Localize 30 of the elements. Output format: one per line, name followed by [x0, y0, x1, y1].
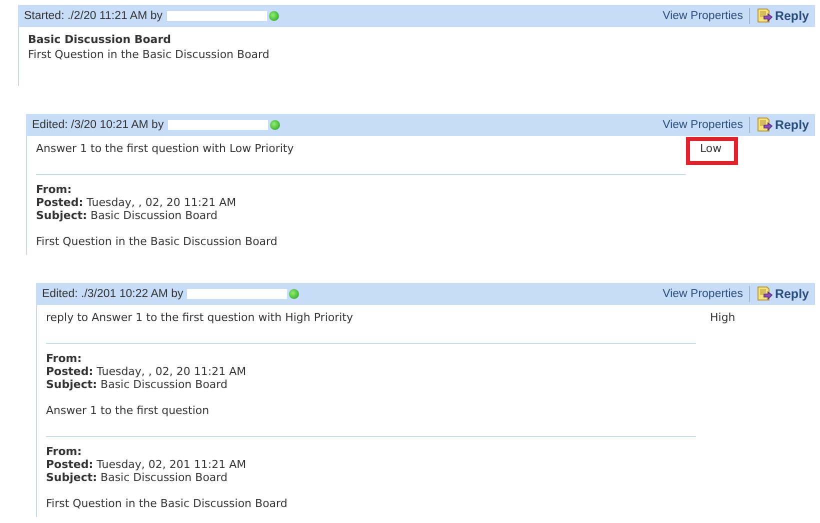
reply-button[interactable]: Reply [756, 8, 809, 24]
post-meta: Started: ./2/20 11:21 AM by [24, 10, 163, 22]
view-properties-link[interactable]: View Properties [662, 119, 743, 131]
reply-button[interactable]: Reply [756, 286, 809, 302]
priority-label: High [709, 310, 736, 326]
quoted-subject: Subject: Basic Discussion Board [46, 378, 228, 391]
quoted-posted: Posted: Tuesday, 02, 201 11:21 AM [46, 458, 248, 471]
post-meta: Edited: ./3/201 10:22 AM by [42, 288, 184, 300]
quoted-from: From: [46, 445, 83, 458]
quoted-posted: Posted: Tuesday, , 02, 20 11:21 AM [36, 196, 238, 209]
quoted-message: First Question in the Basic Discussion Board [46, 497, 288, 511]
view-properties-link[interactable]: View Properties [662, 10, 743, 22]
quoted-subject: Subject: Basic Discussion Board [36, 209, 218, 222]
post-message: Answer 1 to the first question with Low Priority [36, 141, 295, 157]
post-meta: Edited: /3/20 10:21 AM by [32, 119, 164, 131]
note-arrow-icon [756, 286, 773, 302]
quoted-from: From: [46, 352, 83, 365]
quoted-message: First Question in the Basic Discussion Board [36, 235, 278, 249]
note-arrow-icon [756, 8, 773, 24]
view-properties-link[interactable]: View Properties [662, 288, 743, 300]
note-arrow-icon [756, 117, 773, 133]
quoted-message: Answer 1 to the first question [46, 404, 210, 418]
quoted-posted: Posted: Tuesday, , 02, 20 11:21 AM [46, 365, 248, 378]
post-message: reply to Answer 1 to the first question with High Priority [46, 310, 354, 326]
priority-label: Low [686, 137, 738, 165]
post-message: First Question in the Basic Discussion Board [28, 47, 270, 63]
reply-button[interactable]: Reply [756, 117, 809, 133]
quoted-subject: Subject: Basic Discussion Board [46, 471, 228, 484]
post-title: Basic Discussion Board [28, 32, 172, 47]
quoted-from: From: [36, 183, 73, 196]
